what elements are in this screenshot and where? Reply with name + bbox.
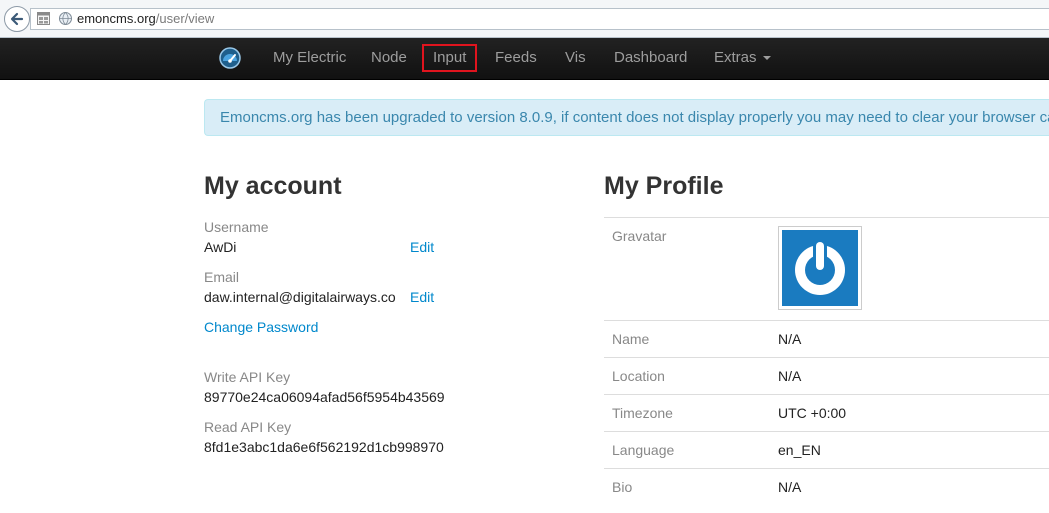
main-navbar: My Electric Node Input Feeds Vis Dashboa… [0,38,1049,80]
nav-extras-dropdown[interactable]: Extras [714,49,771,66]
url-domain: emoncms.org [77,11,156,26]
read-api-key-label: Read API Key [204,419,292,435]
power-icon [795,240,845,295]
write-api-key-label: Write API Key [204,369,291,385]
upgrade-alert: Emoncms.org has been upgraded to version… [204,99,1049,136]
edit-email-link[interactable]: Edit [410,289,434,305]
username-label: Username [204,219,269,235]
page-icon [37,12,50,25]
account-heading: My account [204,172,342,200]
back-arrow-icon [10,12,24,26]
avatar[interactable] [778,226,862,310]
read-api-key-value: 8fd1e3abc1da6e6f562192d1cb998970 [204,439,444,455]
profile-bio-label: Bio [612,479,633,495]
table-divider [604,468,1049,469]
nav-node[interactable]: Node [371,49,407,66]
address-bar[interactable]: emoncms.org/user/view [30,8,1049,30]
write-api-key-value: 89770e24ca06094afad56f5954b43569 [204,389,445,405]
alert-text: Emoncms.org has been upgraded to version… [220,109,1049,126]
profile-name-label: Name [612,331,650,347]
nav-input[interactable]: Input [433,49,466,66]
table-divider [604,357,1049,358]
profile-name-value: N/A [778,331,802,347]
gravatar-image [782,230,858,306]
globe-icon [59,12,72,25]
email-label: Email [204,269,240,285]
caret-down-icon [762,56,771,61]
table-divider [604,431,1049,432]
profile-language-label: Language [612,442,675,458]
back-button[interactable] [4,6,30,32]
table-divider [604,320,1049,321]
profile-language-value: en_EN [778,442,821,458]
table-divider [604,394,1049,395]
url-text: emoncms.org/user/view [77,11,214,26]
nav-dashboard[interactable]: Dashboard [614,49,687,66]
profile-bio-value: N/A [778,479,802,495]
emoncms-logo-icon[interactable] [218,46,242,70]
table-divider [604,217,1049,218]
profile-location-value: N/A [778,368,802,384]
nav-vis[interactable]: Vis [565,49,586,66]
username-value: AwDi [204,239,237,255]
nav-my-electric[interactable]: My Electric [273,49,346,66]
url-path: /user/view [155,11,215,26]
profile-timezone-label: Timezone [612,405,673,421]
profile-timezone-value: UTC +0:00 [778,405,847,421]
gravatar-label: Gravatar [612,228,667,244]
profile-heading: My Profile [604,172,724,200]
nav-extras-label: Extras [714,49,757,66]
change-password-link[interactable]: Change Password [204,319,318,335]
profile-location-label: Location [612,368,665,384]
email-value: daw.internal@digitalairways.co [204,289,396,305]
edit-username-link[interactable]: Edit [410,239,434,255]
nav-feeds[interactable]: Feeds [495,49,537,66]
browser-toolbar: emoncms.org/user/view [0,0,1049,38]
